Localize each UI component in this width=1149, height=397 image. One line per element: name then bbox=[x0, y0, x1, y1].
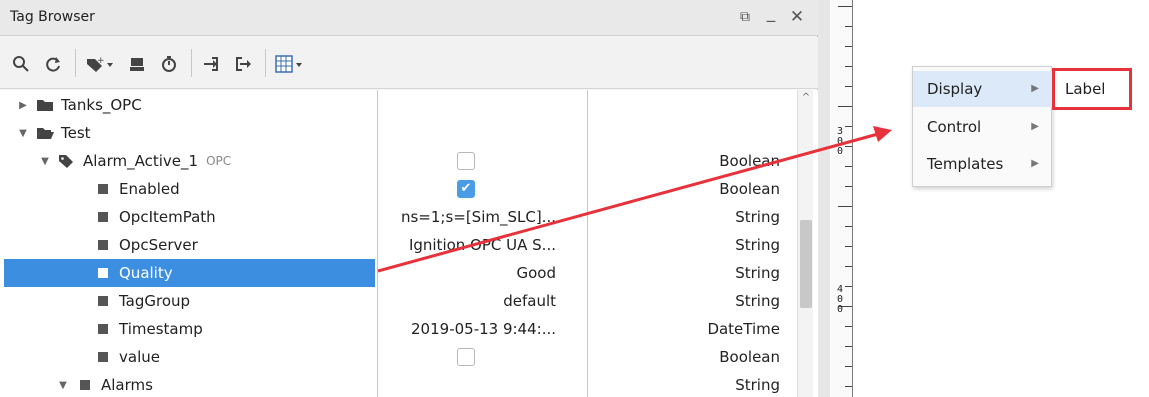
annotation-arrow bbox=[377, 126, 892, 273]
